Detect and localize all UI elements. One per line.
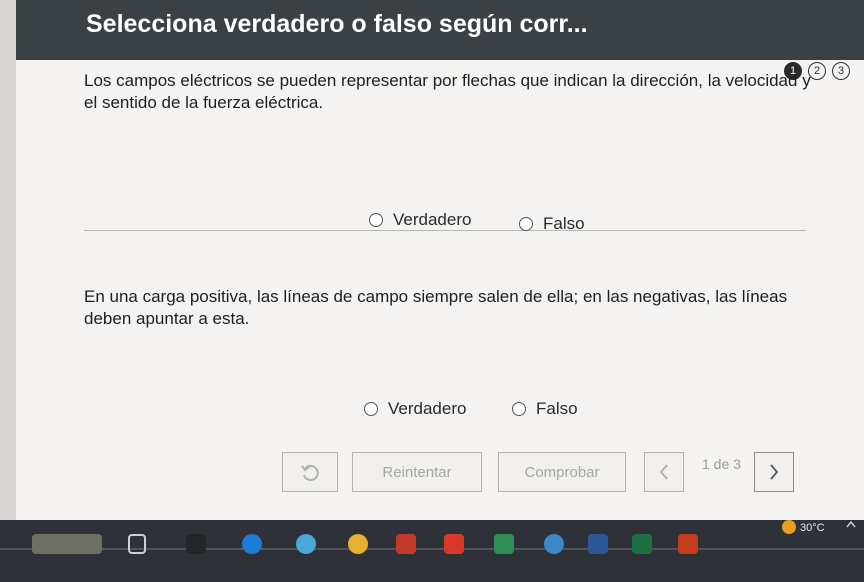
next-button[interactable] (754, 452, 794, 492)
app-icon-red[interactable] (396, 534, 416, 554)
radio-button[interactable] (364, 402, 378, 416)
option-label: Falso (536, 399, 578, 418)
edge-browser-icon[interactable] (242, 534, 262, 554)
check-button[interactable]: Comprobar (498, 452, 626, 492)
quiz-header: Selecciona verdadero o falso según corr.… (16, 0, 864, 60)
chrome-browser-icon[interactable] (348, 534, 368, 554)
page-counter: 1 de 3 (702, 456, 741, 472)
option-label: Verdadero (388, 399, 467, 418)
wallpaper-thumbnail (32, 534, 102, 554)
media-player-icon[interactable] (186, 534, 206, 554)
weather-icon[interactable] (782, 520, 796, 534)
retry-button[interactable]: Reintentar (352, 452, 482, 492)
quiz-title: Selecciona verdadero o falso según corr.… (86, 10, 588, 38)
question-2-option-true[interactable]: Verdadero (364, 399, 466, 419)
quiz-screen: Selecciona verdadero o falso según corr.… (16, 0, 864, 520)
option-label: Falso (543, 214, 585, 233)
app-icon-green[interactable] (494, 534, 514, 554)
question-1-option-false[interactable]: Falso (519, 214, 585, 234)
option-label: Verdadero (393, 210, 472, 229)
radio-button[interactable] (519, 217, 533, 231)
chevron-up-icon[interactable] (846, 520, 856, 528)
question-2-text: En una carga positiva, las líneas de cam… (84, 287, 788, 328)
app-icon-blue[interactable] (544, 534, 564, 554)
chevron-left-icon (659, 464, 668, 480)
app-icon[interactable] (296, 534, 316, 554)
chevron-right-icon (770, 464, 779, 480)
undo-button[interactable] (282, 452, 338, 492)
task-view-icon[interactable] (128, 534, 146, 554)
radio-button[interactable] (369, 213, 383, 227)
undo-icon (301, 465, 319, 482)
youtube-icon[interactable] (444, 534, 464, 554)
radio-button[interactable] (512, 402, 526, 416)
question-1-text: Los campos eléctricos se pueden represen… (84, 71, 811, 112)
step-indicator-3[interactable]: 3 (832, 62, 850, 80)
weather-temperature[interactable]: 30°C (800, 522, 825, 534)
powerpoint-icon[interactable] (678, 534, 698, 554)
previous-button[interactable] (644, 452, 684, 492)
question-1-option-true[interactable]: Verdadero (369, 210, 471, 230)
question-1-divider (84, 230, 806, 231)
word-icon[interactable] (588, 534, 608, 554)
question-2-option-false[interactable]: Falso (512, 399, 578, 419)
excel-icon[interactable] (632, 534, 652, 554)
